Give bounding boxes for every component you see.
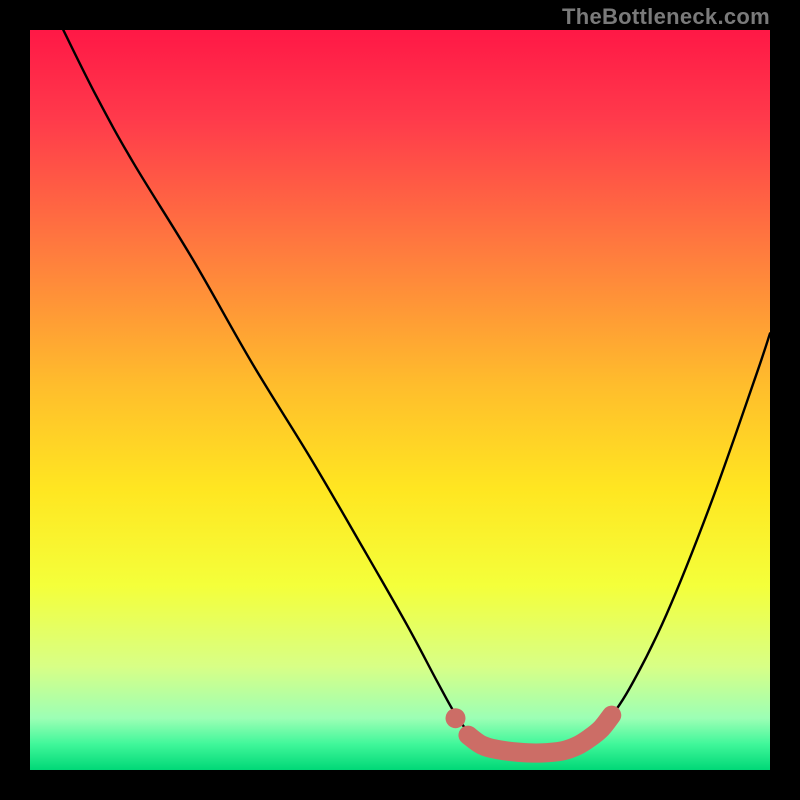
background-gradient [30, 30, 770, 770]
chart-canvas: TheBottleneck.com [0, 0, 800, 800]
watermark-text: TheBottleneck.com [562, 4, 770, 30]
plot-area [30, 30, 770, 770]
